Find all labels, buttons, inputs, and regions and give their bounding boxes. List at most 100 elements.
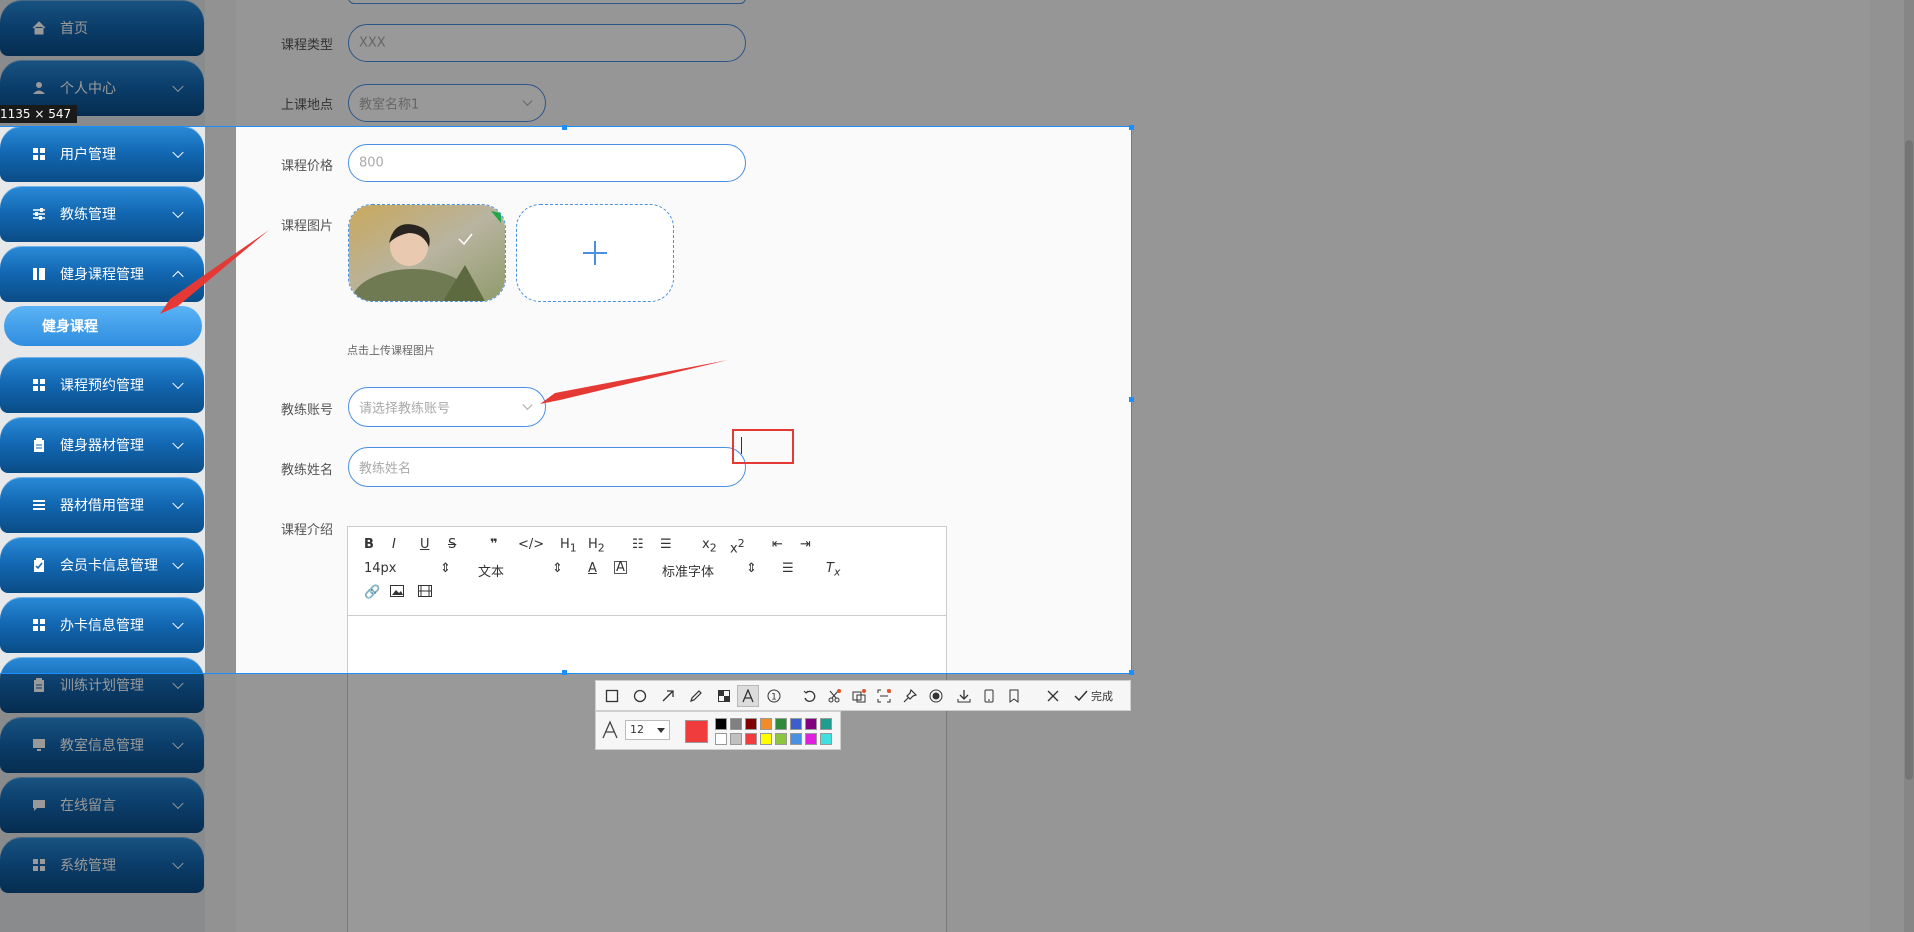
background-color-icon[interactable]: A (614, 561, 627, 574)
color-swatch[interactable] (745, 718, 757, 730)
sidebar-item[interactable]: 器材借用管理 (0, 477, 204, 533)
sidebar-item[interactable]: 训练计划管理 (0, 657, 204, 673)
image-icon[interactable] (390, 585, 404, 601)
clear-format-icon[interactable]: Tx (826, 561, 840, 579)
color-swatch[interactable] (790, 733, 802, 745)
coach-account-label: 教练账号 (281, 403, 334, 418)
chevron-icon (172, 377, 184, 390)
sidebar-item[interactable]: 教练管理 (0, 186, 204, 242)
screenshot-selection[interactable]: 首页个人中心用户管理教练管理健身课程管理课程预约管理健身器材管理器材借用管理会员… (0, 126, 1132, 674)
color-swatch[interactable] (790, 718, 802, 730)
color-swatch[interactable] (760, 718, 772, 730)
current-color-swatch[interactable] (685, 720, 708, 743)
font-family-dropdown[interactable]: 标准字体 ⇕ (662, 561, 757, 580)
bookmark-icon[interactable] (1003, 685, 1025, 707)
location-select[interactable]: 教室名称1 (348, 84, 546, 122)
coach-account-select[interactable]: 请选择教练账号 (348, 387, 546, 427)
color-swatch[interactable] (805, 733, 817, 745)
color-swatch[interactable] (715, 718, 727, 730)
sidebar-subitem-fitness-course[interactable]: 健身课程 (4, 306, 202, 346)
upload-image-button[interactable] (516, 204, 674, 302)
course-type-input[interactable]: XXX (348, 24, 746, 62)
scrollbar[interactable] (1904, 0, 1914, 932)
sidebar-item[interactable]: 用户管理 (0, 127, 204, 182)
rich-text-editor[interactable]: B I U S ❞ </> H1 H2 ☷ ☰ x2 x2 ⇤ ⇥ 14px ⇕ 文本 ⇕ A A 标准字体 ⇕ ☰ Tx 🔗 (347, 526, 947, 673)
undo-icon[interactable] (798, 685, 820, 707)
italic-icon[interactable]: I (392, 537, 396, 552)
strikethrough-icon[interactable]: S (448, 537, 456, 552)
link-icon[interactable]: 🔗 (364, 585, 380, 600)
translate-icon[interactable] (848, 685, 870, 707)
scissors-icon[interactable] (823, 685, 845, 707)
font-color-icon[interactable]: A (588, 561, 597, 576)
color-swatch[interactable] (730, 718, 742, 730)
sidebar-item[interactable]: 首页 (0, 0, 204, 56)
font-size-select[interactable]: 12 (625, 720, 670, 740)
sidebar-item[interactable]: 教室信息管理 (0, 717, 204, 773)
selection-handle[interactable] (562, 670, 567, 675)
sidebar-item[interactable]: 会员卡信息管理 (0, 537, 204, 593)
course-image-thumbnail[interactable] (348, 204, 506, 302)
sidebar-item[interactable]: 课程预约管理 (0, 357, 204, 413)
clipboard-check-icon (32, 558, 46, 572)
color-swatch[interactable] (820, 718, 832, 730)
superscript-icon[interactable]: x2 (730, 537, 745, 556)
done-button[interactable]: 完成 (1074, 685, 1113, 707)
price-input[interactable]: 800 (348, 144, 746, 182)
color-swatch[interactable] (775, 733, 787, 745)
sidebar-item[interactable]: 健身课程管理 (0, 246, 204, 302)
heading2-icon[interactable]: H2 (588, 537, 605, 555)
scrollbar-thumb[interactable] (1905, 140, 1913, 780)
ordered-list-icon[interactable]: ☷ (632, 537, 644, 552)
sidebar-item[interactable]: 在线留言 (0, 777, 204, 833)
outdent-icon[interactable]: ⇤ (772, 537, 783, 552)
pencil-tool-icon[interactable] (685, 685, 707, 707)
mosaic-tool-icon[interactable] (713, 685, 735, 707)
cancel-icon[interactable] (1042, 685, 1064, 707)
blockquote-icon[interactable]: ❞ (490, 537, 498, 552)
sidebar-item[interactable]: 办卡信息管理 (0, 597, 204, 653)
sidebar-item[interactable]: 系统管理 (0, 837, 204, 893)
selection-handle[interactable] (1129, 125, 1134, 130)
underline-icon[interactable]: U (420, 537, 430, 552)
color-swatch[interactable] (820, 733, 832, 745)
font-size-dropdown[interactable]: 14px ⇕ (364, 561, 451, 576)
code-icon[interactable]: </> (518, 537, 544, 552)
heading1-icon[interactable]: H1 (560, 537, 577, 555)
subscript-icon[interactable]: x2 (702, 537, 717, 555)
color-swatch[interactable] (760, 733, 772, 745)
selection-handle[interactable] (1129, 670, 1134, 675)
sidebar-item[interactable]: 健身器材管理 (0, 417, 204, 473)
align-icon[interactable]: ☰ (782, 561, 794, 576)
text-icon (601, 720, 619, 744)
arrow-tool-icon[interactable] (657, 685, 679, 707)
text-tool-icon[interactable] (737, 685, 759, 707)
bullet-list-icon[interactable]: ☰ (660, 537, 672, 552)
bold-icon[interactable]: B (364, 537, 374, 552)
form-field-top[interactable] (348, 0, 746, 4)
color-swatch[interactable] (730, 733, 742, 745)
ellipse-tool-icon[interactable] (629, 685, 651, 707)
selection-handle[interactable] (562, 125, 567, 130)
phone-icon[interactable] (978, 685, 1000, 707)
download-icon[interactable] (953, 685, 975, 707)
video-icon[interactable] (418, 585, 432, 601)
chevron-down-icon (522, 400, 533, 411)
color-swatch[interactable] (775, 718, 787, 730)
sidebar-item-label: 用户管理 (60, 147, 116, 163)
font-family-value: 标准字体 (662, 565, 715, 580)
selection-handle[interactable] (1129, 397, 1134, 402)
pin-icon[interactable] (899, 685, 921, 707)
coach-name-label: 教练姓名 (281, 463, 334, 478)
ocr-icon[interactable] (873, 685, 895, 707)
record-icon[interactable] (925, 685, 947, 707)
rectangle-tool-icon[interactable] (601, 685, 623, 707)
coach-name-input[interactable]: 教练姓名 (348, 447, 746, 487)
number-marker-icon[interactable]: 1 (763, 685, 785, 707)
color-swatch[interactable] (715, 733, 727, 745)
color-swatch[interactable] (745, 733, 757, 745)
color-swatch[interactable] (805, 718, 817, 730)
indent-icon[interactable]: ⇥ (800, 537, 811, 552)
text-style-dropdown[interactable]: 文本 ⇕ (478, 561, 563, 580)
chevron-down-icon (522, 96, 533, 107)
